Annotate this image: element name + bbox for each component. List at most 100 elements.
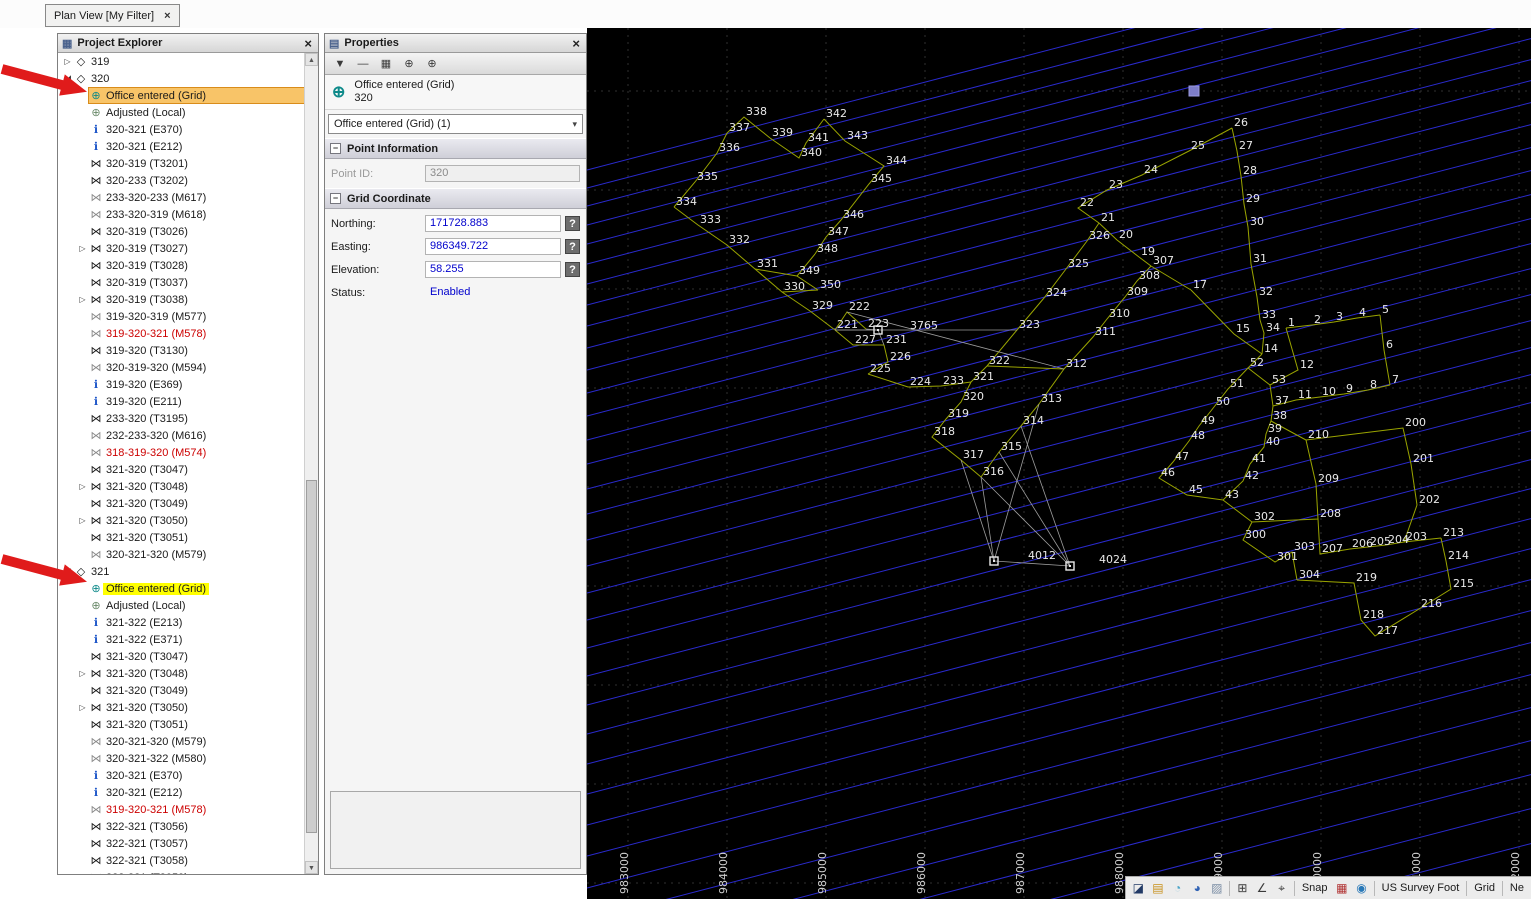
tree-item-content[interactable]: ⋈319-320-321 (M578) [89,802,305,817]
tree-item[interactable]: ▷⋈321-320 (T3048) [58,478,305,495]
tree-item[interactable]: ⋈321-320 (T3051) [58,716,305,733]
tree-item-content[interactable]: ⋈319-320-321 (M578) [89,326,305,341]
map-point-label[interactable]: 9 [1346,382,1353,395]
tree-item-content[interactable]: ⋈321-320 (T3048) [89,479,305,494]
map-point-label[interactable]: 320 [963,390,984,403]
tree-item-content[interactable]: ⋈321-320 (T3047) [89,462,305,477]
tree-expander-icon[interactable]: ▷ [76,482,89,491]
tree-item[interactable]: ⋈319-320-319 (M577) [58,308,305,325]
tree-item[interactable]: ⋈233-320-319 (M618) [58,206,305,223]
collapse-icon[interactable]: − [330,143,341,154]
map-point-label[interactable]: 203 [1406,530,1427,543]
map-point-label[interactable]: 344 [886,154,907,167]
tab-plan-view[interactable]: Plan View [My Filter] × [45,4,180,27]
selection-dropdown[interactable]: Office entered (Grid) (1) ▾ [328,114,583,134]
tree-item-content[interactable]: ℹ320-321 (E212) [89,139,305,154]
tree-item[interactable]: ▷⋈320-319 (T3038) [58,291,305,308]
map-point-label[interactable]: 38 [1273,409,1287,422]
map-point-label[interactable]: 321 [973,370,994,383]
map-point-label[interactable]: 7 [1392,373,1399,386]
tree-item-content[interactable]: ⋈320-319 (T3038) [89,292,305,307]
tree-item-content[interactable]: ⋈321-320 (T3050) [89,513,305,528]
map-point-label[interactable]: 330 [784,280,805,293]
scroll-down-icon[interactable]: ▼ [305,861,318,874]
properties-close-icon[interactable]: × [570,36,582,51]
map-point-label[interactable]: 52 [1250,356,1264,369]
map-point-label[interactable]: 315 [1001,440,1022,453]
tree-expander-icon[interactable]: ▷ [76,703,89,712]
tree-item[interactable]: ⋈319-320 (T3130) [58,342,305,359]
tree-item-content[interactable]: ⋈322-321 (T3058) [89,853,305,868]
tree-item[interactable]: ⋈320-319 (T3026) [58,223,305,240]
tree-item-content[interactable]: ◇319 [74,54,305,69]
map-point-label[interactable]: 310 [1109,307,1130,320]
collapse-icon[interactable]: — [355,58,371,70]
map-point-label[interactable]: 5 [1382,303,1389,316]
scroll-thumb[interactable] [306,480,317,833]
tree-item-content[interactable]: ⋈320-319 (T3028) [89,258,305,273]
map-point-label[interactable]: 342 [826,107,847,120]
tree-item-content[interactable]: ⊕Office entered (Grid) [89,581,305,596]
tree-item[interactable]: ⋈322-321 (T3057) [58,835,305,852]
help-icon[interactable]: ? [565,216,580,231]
tree-item[interactable]: ⊕Adjusted (Local) [58,597,305,614]
map-point-label[interactable]: 202 [1419,493,1440,506]
organize-icon[interactable]: ▦ [378,57,394,70]
tree-item[interactable]: ⋈321-320 (T3049) [58,682,305,699]
tree-item[interactable]: ▷⋈321-320 (T3050) [58,512,305,529]
tree-item-content[interactable]: ⋈320-321-320 (M579) [89,547,305,562]
map-point-label[interactable]: 41 [1252,452,1266,465]
globe-icon[interactable]: ◉ [1354,880,1369,896]
selected-point-marker[interactable] [1189,86,1199,96]
pushpin-icon[interactable]: ▼ [332,58,348,70]
map-point-label[interactable]: 33 [1262,308,1276,321]
map-point-label[interactable]: 21 [1101,211,1115,224]
units-label[interactable]: US Survey Foot [1380,882,1462,894]
field-value[interactable]: Enabled [425,284,580,301]
map-point-label[interactable]: 14 [1264,342,1278,355]
map-point-label[interactable]: 225 [870,362,891,375]
tree-item[interactable]: ⋈320-319-320 (M594) [58,359,305,376]
map-point-label[interactable]: 336 [719,141,740,154]
tree-item-content[interactable]: ⋈320-319-320 (M594) [89,360,305,375]
running-coords-icon[interactable]: ⊞ [1235,880,1250,896]
map-point-label[interactable]: 350 [820,278,841,291]
tree-item[interactable]: ⋈320-321-320 (M579) [58,733,305,750]
map-point-label[interactable]: 12 [1300,358,1314,371]
map-point-label[interactable]: 222 [849,300,870,313]
map-point-label[interactable]: 322 [989,354,1010,367]
tree-item-content[interactable]: ⋈233-320-319 (M618) [89,207,305,222]
map-point-label[interactable]: 46 [1161,466,1175,479]
tree-expander-icon[interactable]: ▷ [76,669,89,678]
map-point-label[interactable]: 339 [772,126,793,139]
tree-item-content[interactable]: ⋈232-233-320 (M616) [89,428,305,443]
map-point-label[interactable]: 209 [1318,472,1339,485]
map-point-label[interactable]: 308 [1139,269,1160,282]
map-point-label[interactable]: 227 [855,333,876,346]
map-point-label[interactable]: 341 [808,131,829,144]
tree-item[interactable]: ⋈320-321-322 (M580) [58,750,305,767]
map-point-label[interactable]: 3765 [910,319,938,332]
tree-item-content[interactable]: ℹ321-322 (E371) [89,632,305,647]
tree-item-content[interactable]: ⋈233-320-233 (M617) [89,190,305,205]
tree-item-content[interactable]: ℹ319-320 (E211) [89,394,305,409]
map-point-label[interactable]: 221 [837,318,858,331]
tree-item-content[interactable]: ⋈321-320 (T3049) [89,683,305,698]
map-point-label[interactable]: 29 [1246,192,1260,205]
pan-icon[interactable]: ◔ [1170,880,1185,896]
map-point-label[interactable]: 301 [1277,550,1298,563]
map-point-label[interactable]: 331 [757,257,778,270]
map-point-label[interactable]: 346 [843,208,864,221]
tree-item-content[interactable]: ⊕Office entered (Grid) [89,88,305,103]
map-point-label[interactable]: 307 [1153,254,1174,267]
tree-item[interactable]: ▷⋈321-320 (T3048) [58,665,305,682]
map-point-label[interactable]: 340 [801,146,822,159]
map-point-label[interactable]: 32 [1259,285,1273,298]
tree-item-content[interactable]: ⊕Adjusted (Local) [89,105,305,120]
map-point-label[interactable]: 210 [1308,428,1329,441]
map-point-label[interactable]: 332 [729,233,750,246]
map-point-label[interactable]: 6 [1386,338,1393,351]
tree-item[interactable]: ⋈319-320-321 (M578) [58,325,305,342]
map-point-label[interactable]: 15 [1236,322,1250,335]
map-point-label[interactable]: 329 [812,299,833,312]
